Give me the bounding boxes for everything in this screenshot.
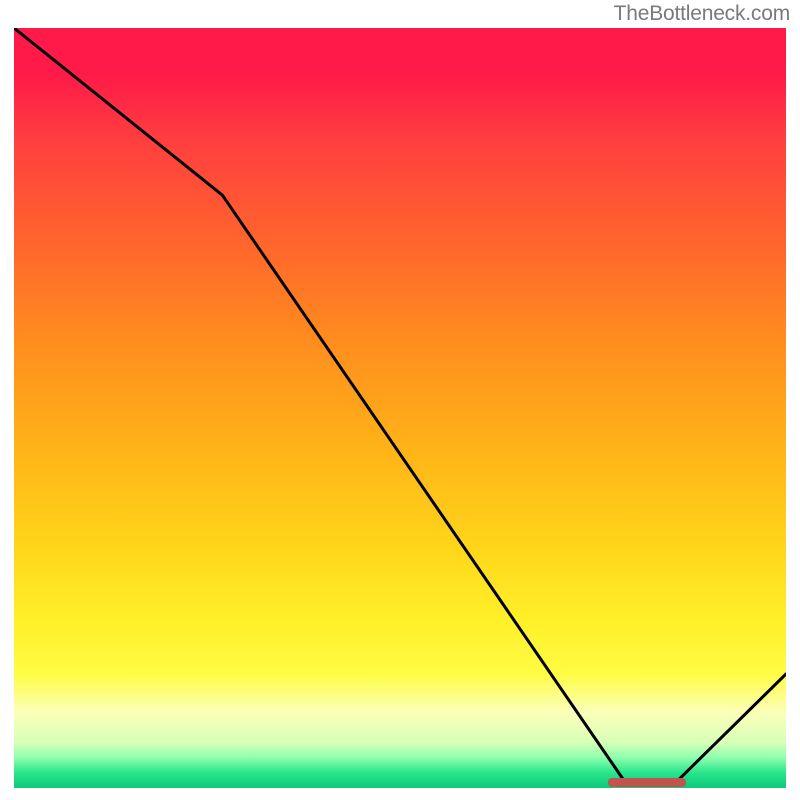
chart-container: TheBottleneck.com	[0, 0, 800, 800]
plot-area	[14, 28, 786, 788]
line-curve	[14, 28, 786, 788]
optimal-range-marker	[608, 778, 685, 787]
watermark-text: TheBottleneck.com	[614, 2, 790, 26]
